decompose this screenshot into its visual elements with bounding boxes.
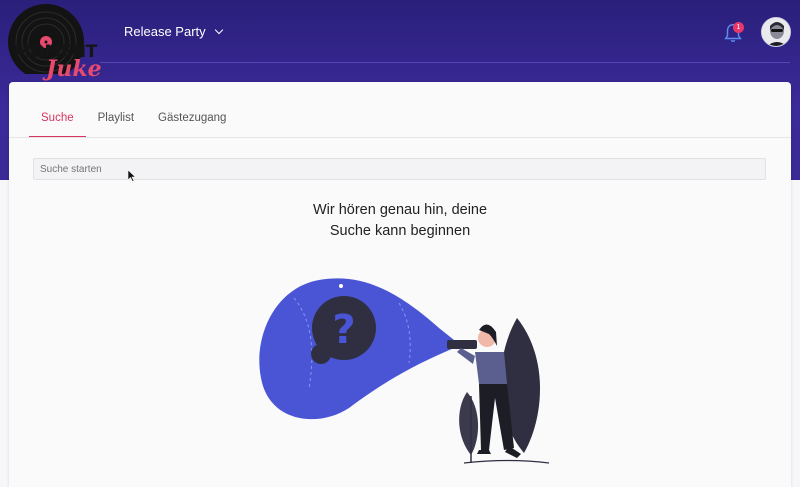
- tab-suche[interactable]: Suche: [29, 102, 86, 138]
- notification-badge: 1: [733, 22, 744, 33]
- mouse-cursor-icon: [128, 170, 136, 182]
- empty-state-line2: Suche kann beginnen: [329, 223, 471, 239]
- chevron-down-icon: [214, 25, 223, 35]
- search-input[interactable]: [33, 158, 766, 180]
- user-avatar[interactable]: [761, 17, 791, 47]
- main-card: Suche Playlist Gästezugang Wir hören gen…: [9, 82, 791, 487]
- event-name: Release Party: [124, 24, 206, 39]
- logo-text-juke: Juke: [46, 56, 102, 82]
- tab-bar: Suche Playlist Gästezugang: [29, 102, 238, 138]
- tab-gaestezugang[interactable]: Gästezugang: [146, 102, 238, 138]
- header-divider: [100, 62, 790, 63]
- empty-state-line1: Wir hören genau hin, deine: [312, 202, 488, 218]
- event-selector[interactable]: Release Party: [124, 24, 223, 39]
- tab-playlist[interactable]: Playlist: [86, 102, 146, 138]
- svg-text:?: ?: [332, 307, 355, 353]
- tabs-divider: [9, 137, 791, 138]
- empty-state-message: Wir hören genau hin, deine Suche kann be…: [9, 200, 791, 242]
- app-logo[interactable]: MOMENT Juke: [6, 4, 110, 84]
- search-illustration: ?: [259, 278, 549, 464]
